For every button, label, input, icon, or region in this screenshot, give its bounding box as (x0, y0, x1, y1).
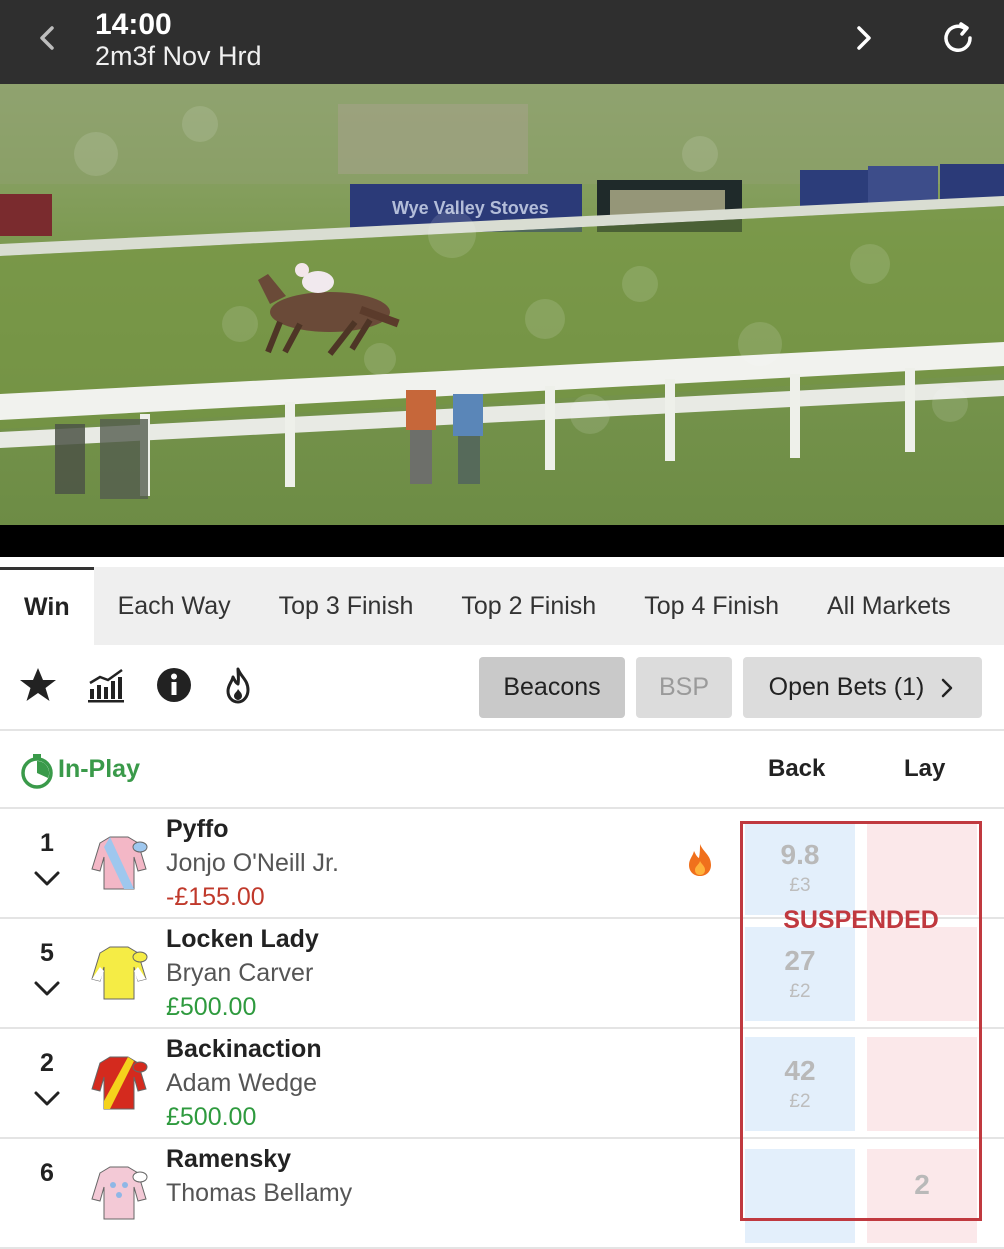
lay-odds-cell[interactable] (867, 1037, 977, 1131)
back-odds-cell[interactable] (745, 1149, 855, 1243)
jockey-name: Bryan Carver (166, 959, 314, 987)
runner-number: 2 (40, 1049, 54, 1077)
market-header: In-Play Back Lay (0, 731, 1004, 809)
back-column-header: Back (768, 755, 826, 782)
tab-top-2-finish[interactable]: Top 2 Finish (437, 567, 620, 645)
runner-name: Backinaction (166, 1035, 322, 1063)
video-letterbox (0, 525, 1004, 557)
fire-icon[interactable] (218, 665, 258, 705)
market-toolbar: Beacons BSP Open Bets (1) (0, 645, 1004, 731)
runner-number: 6 (40, 1159, 54, 1187)
back-stake: £3 (789, 875, 811, 896)
runner-row[interactable]: 6 Ramensky Thomas Bellamy 2 (0, 1139, 1004, 1249)
runner-number: 1 (40, 829, 54, 857)
jockey-silks-icon (91, 1166, 148, 1220)
lay-column-header: Lay (904, 755, 946, 782)
bsp-button[interactable]: BSP (636, 657, 732, 718)
back-stake: £2 (789, 1091, 811, 1112)
tab-top-3-finish[interactable]: Top 3 Finish (255, 567, 438, 645)
back-odds-cell[interactable]: 27 £2 (745, 927, 855, 1021)
runner-name: Ramensky (166, 1145, 292, 1173)
back-odds: 42 (784, 1055, 816, 1086)
jockey-name: Adam Wedge (166, 1069, 318, 1097)
chevron-down-icon[interactable] (32, 979, 62, 999)
race-video-stream[interactable]: Wye Valley Stoves (0, 84, 1004, 525)
back-arrow-icon[interactable] (30, 20, 66, 56)
info-icon[interactable] (154, 665, 194, 705)
tab-each-way[interactable]: Each Way (94, 567, 255, 645)
runner-profit-loss: -£155.00 (166, 883, 265, 911)
suspended-label: SUSPENDED (783, 906, 939, 934)
lay-odds-cell[interactable] (867, 927, 977, 1021)
back-odds-cell[interactable]: 9.8 £3 (745, 821, 855, 915)
back-odds: 9.8 (780, 839, 820, 870)
lay-odds: 2 (914, 1169, 930, 1200)
market-tabs: Win Each Way Top 3 Finish Top 2 Finish T… (0, 567, 1004, 645)
runner-profit-loss: £500.00 (166, 1103, 257, 1131)
runner-name: Pyffo (166, 815, 229, 843)
in-play-label: In-Play (58, 755, 140, 783)
back-odds: 27 (784, 945, 816, 976)
chevron-right-icon (942, 678, 953, 697)
runner-row[interactable]: 5 Locken Lady Bryan Carver £500.00 27 £2 (0, 919, 1004, 1029)
hot-fire-icon (689, 844, 711, 876)
runner-row[interactable]: 1 Pyffo Jonjo O'Neill Jr. -£155.00 9.8 £… (0, 809, 1004, 919)
open-bets-button[interactable]: Open Bets (1) (743, 657, 982, 718)
tab-win[interactable]: Win (0, 567, 94, 645)
chevron-down-icon[interactable] (32, 869, 62, 889)
jockey-silks-icon (91, 836, 148, 890)
lay-odds-cell[interactable]: 2 (867, 1149, 977, 1243)
runner-name: Locken Lady (166, 925, 319, 953)
runner-number: 5 (40, 939, 54, 967)
refresh-icon[interactable] (938, 18, 978, 58)
star-icon[interactable] (18, 665, 58, 705)
open-bets-label: Open Bets (1) (768, 673, 925, 701)
runner-row[interactable]: 2 Backinaction Adam Wedge £500.00 42 £2 (0, 1029, 1004, 1139)
race-title: 2m3f Nov Hrd (95, 41, 262, 71)
back-odds-cell[interactable]: 42 £2 (745, 1037, 855, 1131)
chart-icon[interactable] (86, 665, 126, 705)
jockey-name: Jonjo O'Neill Jr. (166, 849, 339, 877)
tab-all-markets[interactable]: All Markets (803, 567, 975, 645)
lay-odds-cell[interactable] (867, 821, 977, 915)
jockey-silks-icon (91, 946, 148, 1000)
race-time: 14:00 (95, 8, 172, 41)
jockey-name: Thomas Bellamy (166, 1179, 353, 1207)
chevron-down-icon[interactable] (32, 1089, 62, 1109)
advert-board-text: Wye Valley Stoves (392, 198, 549, 218)
runner-profit-loss: £500.00 (166, 993, 257, 1021)
jockey-silks-icon (91, 1056, 148, 1110)
stopwatch-icon (21, 754, 53, 789)
beacons-button[interactable]: Beacons (479, 657, 625, 718)
back-stake: £2 (789, 981, 811, 1002)
race-header: 14:00 2m3f Nov Hrd (0, 0, 1004, 84)
tab-top-4-finish[interactable]: Top 4 Finish (620, 567, 803, 645)
next-arrow-icon[interactable] (845, 20, 881, 56)
race-video-frame: Wye Valley Stoves (0, 84, 1004, 525)
